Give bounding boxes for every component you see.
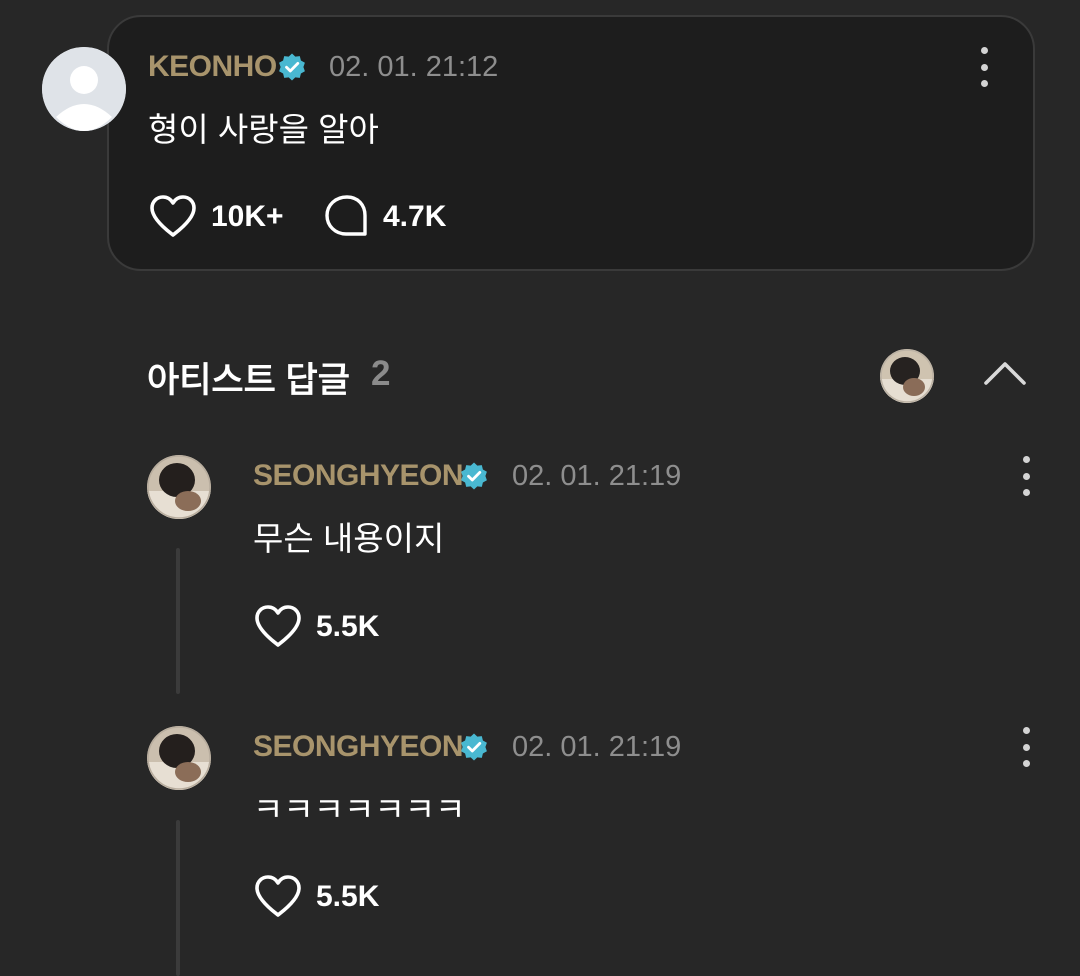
reply-author-name[interactable]: SEONGHYEON — [253, 459, 464, 493]
thread-line — [176, 548, 180, 694]
default-avatar[interactable] — [42, 47, 126, 131]
artist-replies-count: 2 — [371, 354, 391, 393]
reply-text: ㅋㅋㅋㅋㅋㅋㅋ — [253, 791, 466, 828]
artist-photo — [147, 726, 211, 790]
verified-badge-icon — [461, 462, 487, 490]
thread-line — [176, 820, 180, 976]
artist-replies-title: 아티스트 답글 — [147, 361, 350, 400]
reply-timestamp: 02. 01. 21:19 — [512, 731, 682, 763]
verified-badge-icon — [279, 53, 305, 81]
reply-like-count: 5.5K — [316, 880, 380, 913]
reply-timestamp: 02. 01. 21:19 — [512, 460, 682, 492]
chevron-up-icon[interactable] — [982, 355, 1028, 391]
reply-more-icon[interactable] — [1014, 456, 1038, 496]
artist-photo — [880, 349, 934, 403]
reply-author-name[interactable]: SEONGHYEON — [253, 730, 464, 764]
reply-avatar[interactable] — [147, 455, 211, 519]
post-more-icon[interactable] — [972, 47, 996, 87]
reply-text: 무슨 내용이지 — [253, 520, 445, 557]
artist-avatar-small[interactable] — [880, 349, 934, 403]
heart-outline-icon[interactable] — [253, 873, 303, 919]
post-comment-count: 4.7K — [383, 200, 447, 233]
post-like-count: 10K+ — [211, 200, 284, 233]
post-text: 형이 사랑을 알아 — [148, 111, 379, 148]
heart-outline-icon[interactable] — [148, 193, 198, 239]
screen: KEONHO 02. 01. 21:12 형이 사랑을 알아 10K+ 4.7K… — [0, 0, 1080, 976]
person-placeholder-icon — [42, 47, 126, 131]
verified-badge-icon — [461, 733, 487, 761]
reply-more-icon[interactable] — [1014, 727, 1038, 767]
reply-like-count: 5.5K — [316, 610, 380, 643]
post-timestamp: 02. 01. 21:12 — [329, 51, 499, 83]
post-author-name[interactable]: KEONHO — [148, 50, 277, 84]
heart-outline-icon[interactable] — [253, 603, 303, 649]
artist-photo — [147, 455, 211, 519]
speech-bubble-icon[interactable] — [323, 194, 369, 238]
reply-avatar[interactable] — [147, 726, 211, 790]
